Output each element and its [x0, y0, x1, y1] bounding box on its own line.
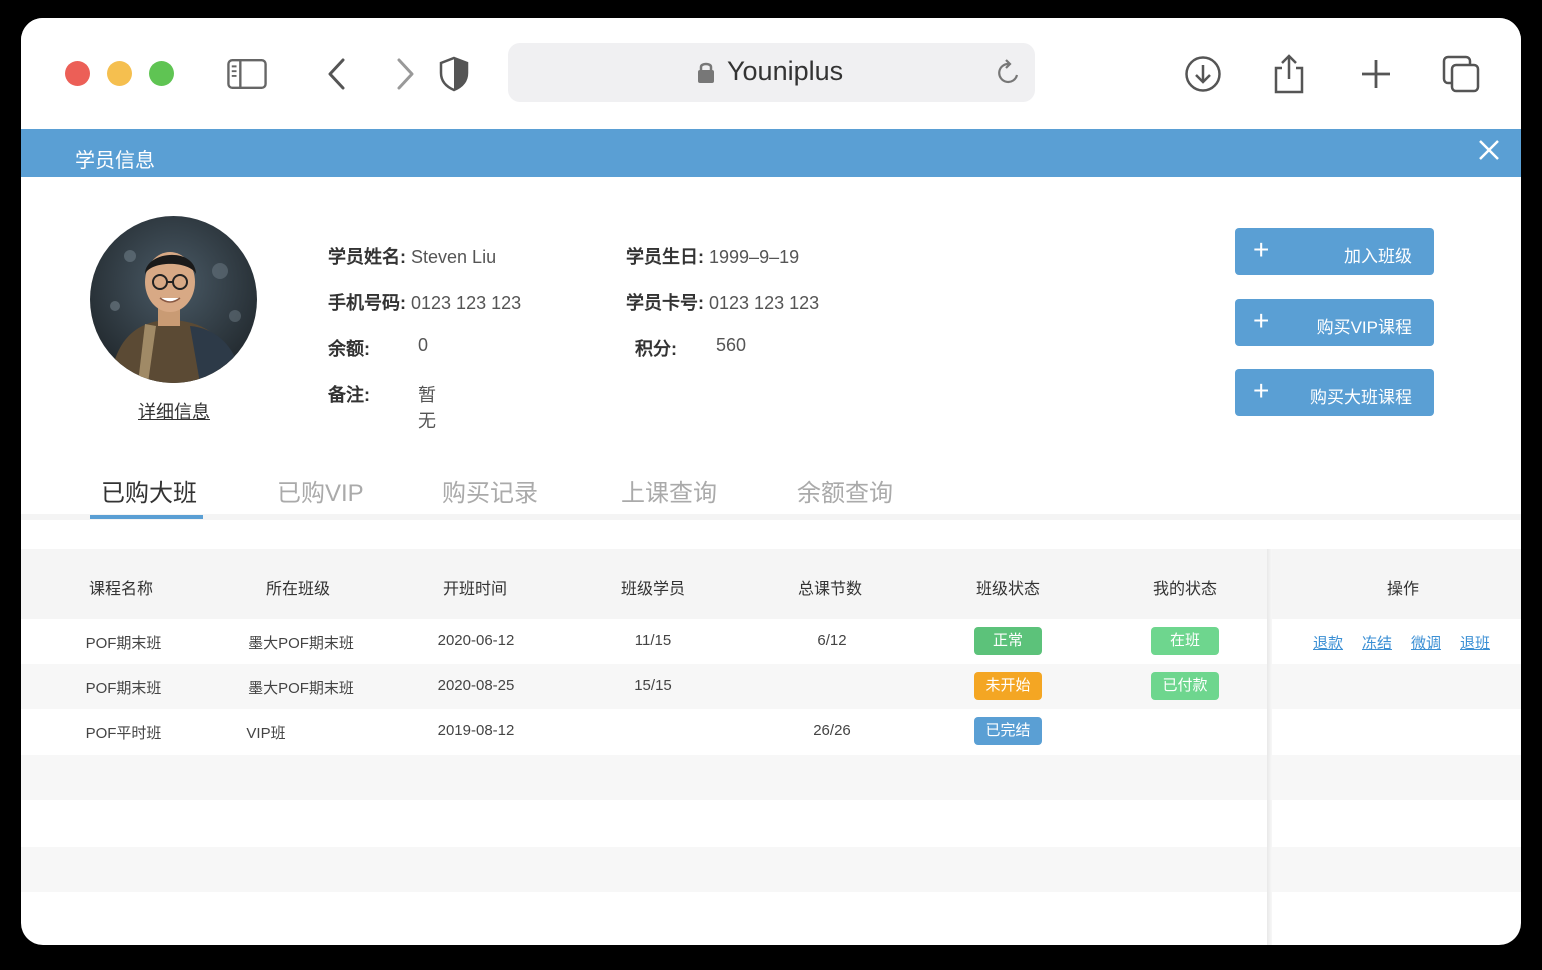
lock-icon	[697, 60, 715, 89]
withdraw-class-link[interactable]: 退班	[1460, 632, 1490, 653]
table-row-empty	[21, 847, 1521, 892]
download-icon[interactable]	[1183, 54, 1223, 94]
start-date-cell: 2019-08-12	[437, 722, 515, 739]
table-row: POF期末班 墨大POF期末班 2020-06-12 11/15 6/12 正常…	[21, 619, 1521, 664]
refund-link[interactable]: 退款	[1313, 632, 1343, 653]
class-status-badge: 正常	[974, 627, 1042, 655]
name-label: 学员姓名:	[328, 247, 406, 267]
freeze-link[interactable]: 冻结	[1362, 632, 1392, 653]
browser-toolbar: Youniplus	[21, 18, 1521, 129]
my-status-badge: 已付款	[1151, 672, 1219, 700]
sidebar-toggle-icon[interactable]	[227, 54, 267, 94]
phone-field: 手机号码: 0123 123 123	[328, 289, 521, 315]
close-window-button[interactable]	[65, 61, 90, 86]
name-value: Steven Liu	[411, 247, 497, 267]
balance-field: 余额: 0	[328, 335, 428, 361]
detail-info-link[interactable]: 详细信息	[138, 398, 210, 424]
modal-header: 学员信息	[21, 129, 1521, 177]
tab-overview-icon[interactable]	[1441, 54, 1481, 94]
note-field: 备注: 暂无	[328, 381, 436, 431]
students-cell: 11/15	[634, 632, 672, 649]
lessons-cell: 6/12	[817, 632, 847, 649]
table-row-empty	[21, 801, 1521, 846]
balance-value: 0	[418, 335, 429, 355]
tab-divider	[21, 514, 1521, 520]
start-date-cell: 2020-06-12	[437, 632, 515, 649]
tab-class-query[interactable]: 上课查询	[621, 473, 717, 508]
class-cell: 墨大POF期末班	[248, 680, 354, 697]
phone-value: 0123 123 123	[411, 293, 522, 313]
points-field: 积分: 560	[635, 335, 746, 361]
table-row-empty	[21, 755, 1521, 800]
plus-icon: +	[1253, 305, 1270, 336]
close-icon[interactable]	[1477, 138, 1501, 162]
lessons-cell: 26/26	[813, 722, 851, 739]
card-label: 学员卡号:	[626, 293, 704, 313]
column-header: 所在班级	[265, 581, 330, 598]
birthday-field: 学员生日: 1999–9–19	[626, 243, 799, 269]
address-bar[interactable]: Youniplus	[508, 43, 1035, 102]
my-status-badge: 在班	[1151, 627, 1219, 655]
column-header: 班级学员	[620, 581, 685, 598]
back-icon[interactable]	[317, 54, 357, 94]
forward-icon[interactable]	[385, 54, 425, 94]
card-value: 0123 123 123	[709, 293, 820, 313]
share-icon[interactable]	[1269, 54, 1309, 94]
plus-icon: +	[1253, 375, 1270, 406]
students-cell: 15/15	[634, 677, 672, 694]
browser-window: Youniplus 学员信息 详细信息 学员姓名: Steven Liu 学员生…	[21, 18, 1521, 945]
buy-vip-course-button[interactable]: + 购买VIP课程	[1235, 299, 1434, 346]
points-label: 积分:	[635, 339, 677, 359]
shield-icon[interactable]	[434, 54, 474, 94]
join-class-button[interactable]: + 加入班级	[1235, 228, 1434, 275]
avatar	[90, 216, 257, 383]
reload-icon[interactable]	[996, 58, 1022, 91]
column-header: 总课节数	[797, 581, 862, 598]
new-tab-icon[interactable]	[1356, 54, 1396, 94]
balance-label: 余额:	[328, 339, 370, 359]
column-header: 课程名称	[88, 581, 153, 598]
modal-title: 学员信息	[75, 150, 155, 172]
tab-purchased-group[interactable]: 已购大班	[101, 473, 197, 508]
active-tab-indicator	[90, 515, 203, 519]
course-name-cell: POF期末班	[85, 680, 162, 697]
note-value: 暂无	[418, 385, 436, 431]
tab-purchased-vip[interactable]: 已购VIP	[277, 473, 364, 508]
birthday-value: 1999–9–19	[709, 247, 800, 267]
table-row: POF平时班 VIP班 2019-08-12 26/26 已完结	[21, 709, 1521, 754]
name-field: 学员姓名: Steven Liu	[328, 243, 496, 269]
join-class-label: 加入班级	[1344, 247, 1412, 266]
buy-vip-course-label: 购买VIP课程	[1316, 318, 1412, 337]
adjust-link[interactable]: 微调	[1411, 632, 1441, 653]
column-header: 操作	[1386, 581, 1419, 598]
column-header: 我的状态	[1152, 581, 1217, 598]
phone-label: 手机号码:	[328, 293, 406, 313]
class-cell: VIP班	[246, 725, 286, 742]
zoom-window-button[interactable]	[149, 61, 174, 86]
birthday-label: 学员生日:	[626, 247, 704, 267]
class-status-badge: 已完结	[974, 717, 1042, 745]
plus-icon: +	[1253, 234, 1270, 265]
minimize-window-button[interactable]	[107, 61, 132, 86]
card-field: 学员卡号: 0123 123 123	[626, 289, 819, 315]
buy-group-course-button[interactable]: + 购买大班课程	[1235, 369, 1434, 416]
table-header: 课程名称 所在班级 开班时间 班级学员 总课节数 班级状态 我的状态 操作	[21, 549, 1521, 619]
tab-balance-query[interactable]: 余额查询	[797, 473, 893, 508]
class-cell: 墨大POF期末班	[248, 635, 354, 652]
fixed-column-divider	[1267, 549, 1272, 945]
course-name-cell: POF期末班	[85, 635, 162, 652]
class-status-badge: 未开始	[974, 672, 1042, 700]
buy-group-course-label: 购买大班课程	[1310, 388, 1412, 407]
table-row: POF期末班 墨大POF期末班 2020-08-25 15/15 未开始 已付款	[21, 664, 1521, 709]
column-header: 班级状态	[975, 581, 1040, 598]
note-label: 备注:	[328, 385, 370, 405]
tab-purchase-history[interactable]: 购买记录	[442, 473, 538, 508]
points-value: 560	[716, 335, 747, 355]
column-header: 开班时间	[442, 581, 507, 598]
course-name-cell: POF平时班	[85, 725, 162, 742]
address-text: Youniplus	[727, 56, 844, 86]
start-date-cell: 2020-08-25	[437, 677, 515, 694]
